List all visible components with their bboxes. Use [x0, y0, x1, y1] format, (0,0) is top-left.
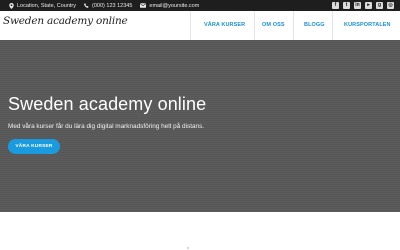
- email-info[interactable]: email@yoursite.com: [140, 3, 199, 9]
- nav-divider: [254, 11, 255, 40]
- nav-divider: [332, 11, 333, 40]
- nav-item-kursportalen[interactable]: KURSPORTALEN: [344, 22, 391, 28]
- envelope-icon: [140, 3, 147, 8]
- hero-title: Sweden academy online: [8, 94, 207, 114]
- hero-section: Sweden academy online Med våra kurser få…: [0, 40, 400, 212]
- site-header: Sweden academy online VÅRA KURSER OM OSS…: [0, 11, 400, 40]
- google-plus-icon[interactable]: g: [376, 2, 383, 9]
- top-info-bar: Location, State, Country (000) 123 12345…: [0, 0, 400, 11]
- phone-info[interactable]: (000) 123 12345: [84, 3, 132, 9]
- nav-item-vara-kurser[interactable]: VÅRA KURSER: [204, 22, 245, 28]
- phone-text[interactable]: (000) 123 12345: [92, 3, 132, 9]
- hero-subtitle: Med våra kurser får du lära dig digital …: [8, 123, 205, 130]
- decorative-dot: [187, 247, 189, 249]
- nav-item-blogg[interactable]: BLOGG: [304, 22, 325, 28]
- phone-icon: [84, 3, 89, 8]
- main-nav: VÅRA KURSER OM OSS BLOGG KURSPORTALEN: [0, 11, 400, 40]
- location-info: Location, State, Country: [9, 2, 77, 9]
- facebook-icon[interactable]: f: [332, 2, 339, 9]
- contact-info: Location, State, Country (000) 123 12345…: [9, 2, 199, 9]
- nav-divider: [190, 11, 191, 40]
- hero-cta-button[interactable]: VÅRA KURSER: [8, 139, 60, 154]
- instagram-icon[interactable]: ◎: [387, 2, 394, 9]
- content-area: [0, 212, 400, 250]
- linkedin-icon[interactable]: in: [354, 2, 361, 9]
- social-links: f t in ▸ g ◎: [332, 2, 394, 9]
- twitter-icon[interactable]: t: [343, 2, 350, 9]
- nav-item-om-oss[interactable]: OM OSS: [262, 22, 285, 28]
- youtube-icon[interactable]: ▸: [365, 2, 372, 9]
- nav-divider: [293, 11, 294, 40]
- map-pin-icon: [9, 2, 14, 9]
- location-text: Location, State, Country: [17, 2, 77, 9]
- email-text[interactable]: email@yoursite.com: [149, 3, 199, 9]
